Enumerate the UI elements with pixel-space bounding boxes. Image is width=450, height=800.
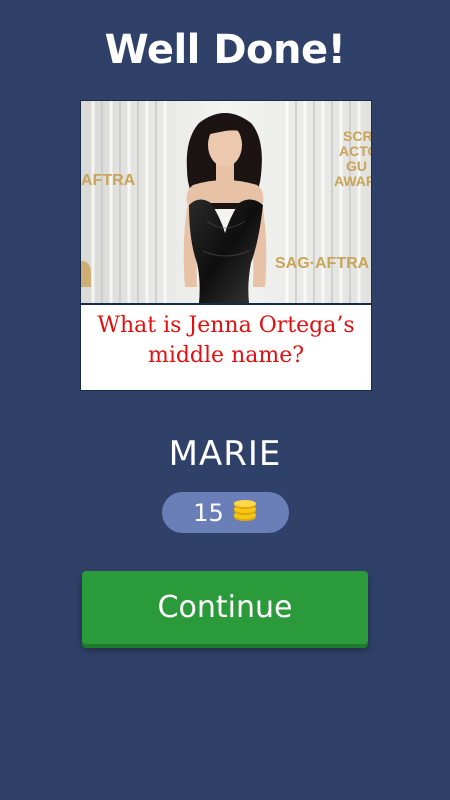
photo-logo-left: AFTRA <box>81 172 136 189</box>
coin-count: 15 <box>193 498 224 527</box>
question-text: What is Jenna Ortega’s middle name? <box>97 313 355 368</box>
photo-logo-line-3: GU <box>346 158 367 174</box>
photo-illustration: AFTRA SAG·AFTRA SCR ACTO GU AWAR <box>81 101 371 303</box>
question-card: AFTRA SAG·AFTRA SCR ACTO GU AWAR <box>80 100 372 391</box>
coin-reward-badge: 15 <box>162 492 289 533</box>
photo-logo-line-2: ACTO <box>339 143 371 159</box>
person-figure <box>183 113 267 303</box>
photo-logo-line-4: AWAR <box>334 173 371 189</box>
answer-text: MARIE <box>168 434 282 474</box>
page-title: Well Done! <box>104 27 346 73</box>
coin-stack-icon <box>232 499 258 526</box>
photo-logo-line-1: SCR <box>343 128 371 144</box>
continue-button[interactable]: Continue <box>82 571 368 644</box>
question-photo: AFTRA SAG·AFTRA SCR ACTO GU AWAR <box>81 101 371 305</box>
result-screen: Well Done! AFTRA SAG·AFTRA SCR ACT GU AW… <box>0 0 450 800</box>
photo-logo-right: SAG·AFTRA <box>275 255 370 272</box>
